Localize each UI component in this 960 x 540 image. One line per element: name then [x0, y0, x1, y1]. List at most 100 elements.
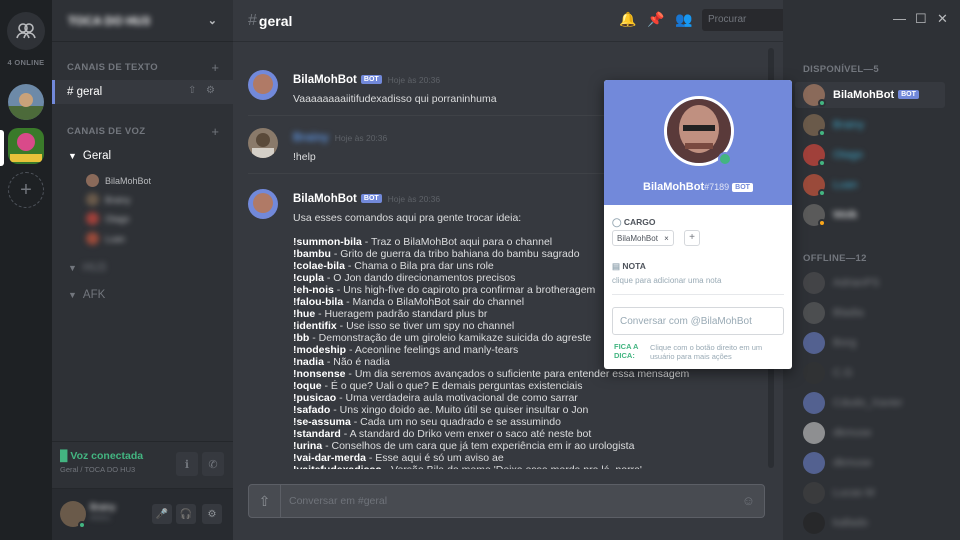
close-icon[interactable]: ✕: [937, 11, 948, 27]
command-name: !nonsense: [293, 368, 346, 380]
voice-user[interactable]: BilaMohBot: [86, 174, 151, 187]
avatar: [803, 332, 825, 354]
command-name: !nadia: [293, 356, 324, 368]
avatar: [803, 452, 825, 474]
close-icon[interactable]: ×: [664, 234, 669, 243]
member-name: Borg: [833, 337, 857, 349]
command-name: !safado: [293, 404, 331, 416]
voice-channel-geral[interactable]: ▼ Geral: [68, 150, 111, 162]
chevron-down-icon: ▼: [68, 151, 77, 161]
command-description: - Um dia seremos avançados o suficiente …: [345, 368, 690, 380]
upload-button[interactable]: ⇧: [249, 485, 281, 517]
chat-header: # geral: [233, 0, 783, 42]
member-item[interactable]: dkmuse: [803, 422, 953, 448]
voice-category-label[interactable]: CANAIS DE VOZ: [67, 126, 145, 137]
command-description: - Versão Bila do meme 'Deixa essa merda …: [382, 464, 642, 469]
discord-app: 4 ONLINE + TOCA DO HU3 ⌄ CANAIS DE TEXTO…: [0, 0, 960, 540]
command-name: !eh-nois: [293, 284, 334, 296]
member-item[interactable]: Bladia: [803, 302, 953, 328]
avatar[interactable]: [248, 128, 278, 158]
emoji-icon[interactable]: ☺: [742, 493, 755, 508]
command-description: - O Jon dando direcionamentos precisos: [323, 272, 516, 284]
server-header[interactable]: TOCA DO HU3 ⌄: [52, 0, 233, 42]
voice-user[interactable]: Otago: [86, 212, 130, 225]
message-composer[interactable]: ⇧ Conversar em #geral ☺: [248, 484, 765, 518]
member-item[interactable]: Luan: [803, 174, 953, 200]
member-name: BilaMohBot: [833, 89, 895, 101]
active-guild-indicator: [0, 130, 4, 166]
voice-channel-hu3[interactable]: ▼ HU3: [68, 262, 106, 274]
note-input[interactable]: clique para adicionar uma nota: [612, 276, 721, 285]
status-online-indicator: [718, 152, 732, 166]
add-role-button[interactable]: +: [684, 230, 700, 246]
guild-icon-1[interactable]: [8, 84, 44, 120]
command-description: - Conselhos de um cara que já tem experi…: [322, 440, 635, 452]
online-header: DISPONÍVEL—5: [803, 64, 879, 75]
add-voice-channel-icon[interactable]: +: [211, 124, 219, 139]
member-item[interactable]: BilaMohBot BOT: [803, 84, 953, 110]
deafen-button[interactable]: 🎧: [176, 504, 196, 524]
member-item[interactable]: Wolk: [803, 204, 953, 230]
voice-user[interactable]: Brainy: [86, 193, 131, 206]
server-name: TOCA DO HU3: [68, 13, 151, 28]
tip-text: Clique com o botão direito em um usuário…: [650, 343, 763, 361]
channel-geral[interactable]: # geral: [67, 86, 102, 98]
message-input[interactable]: Conversar em #geral: [289, 495, 387, 507]
member-item[interactable]: Cdudo_Xavier: [803, 392, 953, 418]
member-item[interactable]: Borg: [803, 332, 953, 358]
member-item[interactable]: AdrianPS: [803, 272, 953, 298]
member-item[interactable]: dkmuse: [803, 452, 953, 478]
command-description: - É o que? Uali o que? E demais pergunta…: [321, 380, 583, 392]
voice-user[interactable]: Luan: [86, 232, 125, 245]
username: Brainy: [90, 502, 116, 512]
command-name: !summon-bila: [293, 236, 362, 248]
avatar[interactable]: [248, 189, 278, 219]
friends-home-button[interactable]: [7, 12, 45, 50]
pin-icon[interactable]: 📌: [647, 11, 665, 28]
bot-badge: BOT: [898, 90, 919, 99]
minimize-icon[interactable]: —: [893, 11, 906, 26]
avatar: [86, 232, 99, 245]
user-settings-button[interactable]: ⚙: [202, 504, 222, 524]
avatar: [86, 193, 99, 206]
status-indicator: [818, 219, 826, 227]
member-item[interactable]: Lucas M: [803, 482, 953, 508]
note-label: ▤ NOTA: [612, 261, 646, 271]
command-name: !bambu: [293, 248, 331, 260]
command-name: !cupla: [293, 272, 324, 284]
connection-info-button[interactable]: ℹ: [176, 452, 198, 476]
guild-icon-toca-do-hu3[interactable]: [8, 128, 44, 164]
command-name: !se-assuma: [293, 416, 351, 428]
command-description: - Chama o Bila pra dar uns role: [344, 260, 494, 272]
command-name: !pusicao: [293, 392, 337, 404]
maximize-icon[interactable]: ☐: [915, 11, 927, 27]
mute-button[interactable]: 🎤: [152, 504, 172, 524]
dm-input[interactable]: Conversar com @BilaMohBot: [612, 307, 784, 335]
role-pill[interactable]: BilaMohBot ×: [612, 230, 674, 246]
avatar[interactable]: [248, 70, 278, 100]
voice-channel-afk[interactable]: ▼ AFK: [68, 289, 105, 301]
member-item[interactable]: Otago: [803, 144, 953, 170]
member-item[interactable]: C.G: [803, 362, 953, 388]
add-server-button[interactable]: +: [8, 172, 44, 208]
member-item[interactable]: Brainy: [803, 114, 953, 140]
avatar: [803, 392, 825, 414]
invite-icon[interactable]: ⇧: [188, 85, 196, 96]
info-icon: ℹ: [184, 458, 190, 471]
command-line: !pusicao - Uma verdadeira aula motivacio…: [293, 392, 763, 404]
bell-icon[interactable]: 🔔: [619, 11, 637, 28]
add-text-channel-icon[interactable]: +: [211, 60, 219, 75]
command-line: !safado - Uns xingo doido ae. Muito útil…: [293, 404, 763, 416]
member-list-icon[interactable]: 👥: [675, 11, 693, 28]
message-author[interactable]: BilaMohBot: [293, 193, 357, 205]
member-item[interactable]: kallado: [803, 512, 953, 538]
message-author[interactable]: Brainy: [293, 132, 329, 144]
upload-icon: ⇧: [258, 492, 271, 509]
member-name: dkmuse: [833, 427, 872, 439]
command-name: !falou-bila: [293, 296, 344, 308]
disconnect-button[interactable]: ✆: [202, 452, 224, 476]
text-category-label[interactable]: CANAIS DE TEXTO: [67, 62, 158, 73]
gear-icon[interactable]: ⚙: [206, 85, 215, 96]
message-author[interactable]: BilaMohBot: [293, 74, 357, 86]
channel-sidebar: TOCA DO HU3 ⌄ CANAIS DE TEXTO + # geral …: [52, 0, 233, 540]
